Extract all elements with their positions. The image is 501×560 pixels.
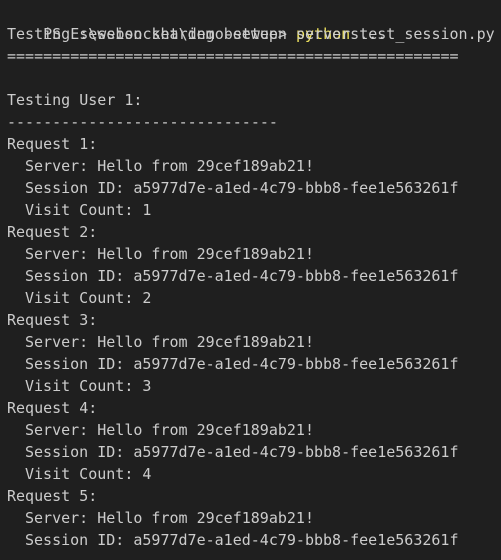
- visit-count-line: Visit Count: 2: [25, 289, 152, 307]
- session-line: Session ID: a5977d7e-a1ed-4c79-bbb8-fee1…: [25, 355, 459, 373]
- request-label: Request 5:: [7, 487, 98, 505]
- visit-count-line: Visit Count: 4: [25, 465, 152, 483]
- visit-count-line: Visit Count: 1: [25, 201, 152, 219]
- server-line: Server: Hello from 29cef189ab21!: [25, 157, 314, 175]
- request-label: Request 1:: [7, 135, 98, 153]
- server-line: Server: Hello from 29cef189ab21!: [25, 245, 314, 263]
- server-line: Server: Hello from 29cef189ab21!: [25, 509, 314, 527]
- visit-count-line: Visit Count: 3: [25, 377, 152, 395]
- terminal-window[interactable]: PS E:\websocket\demo-setup> python test_…: [0, 0, 501, 560]
- header-rule: ========================================…: [7, 47, 459, 65]
- user-title: Testing User 1:: [7, 91, 143, 109]
- session-line: Session ID: a5977d7e-a1ed-4c79-bbb8-fee1…: [25, 179, 459, 197]
- session-line: Session ID: a5977d7e-a1ed-4c79-bbb8-fee1…: [25, 267, 459, 285]
- server-line: Server: Hello from 29cef189ab21!: [25, 333, 314, 351]
- session-line: Session ID: a5977d7e-a1ed-4c79-bbb8-fee1…: [25, 531, 459, 549]
- request-label: Request 3:: [7, 311, 98, 329]
- user-rule: ------------------------------: [7, 113, 278, 131]
- session-line: Session ID: a5977d7e-a1ed-4c79-bbb8-fee1…: [25, 443, 459, 461]
- intro-line: Testing session sharing between servers.…: [7, 25, 387, 43]
- prompt-line: PS E:\websocket\demo-setup> python test_…: [7, 1, 495, 43]
- request-label: Request 4:: [7, 399, 98, 417]
- server-line: Server: Hello from 29cef189ab21!: [25, 421, 314, 439]
- request-label: Request 2:: [7, 223, 98, 241]
